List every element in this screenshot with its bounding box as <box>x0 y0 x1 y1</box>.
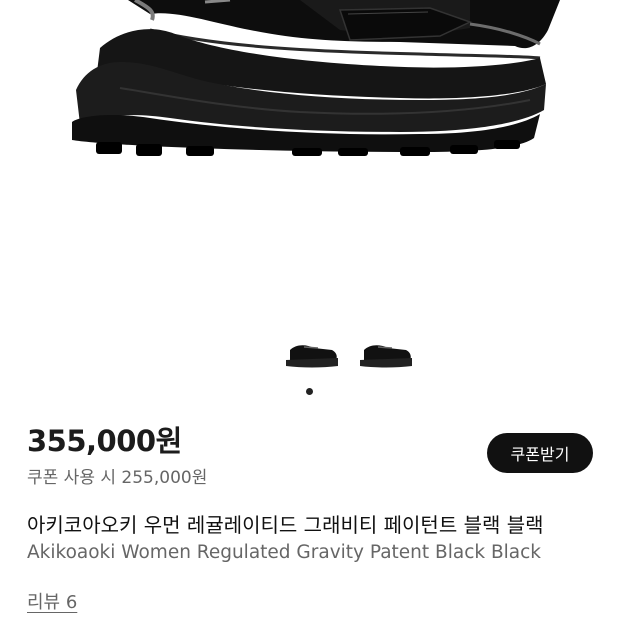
reviews-link[interactable]: 리뷰 6 <box>27 588 77 614</box>
product-title-english: Akikoaoki Women Regulated Gravity Patent… <box>27 542 542 563</box>
product-title-korean: 아키코아오키 우먼 레귤레이티드 그래비티 페이턴트 블랙 블랙 <box>27 513 544 537</box>
thumbnail-2[interactable] <box>356 336 418 372</box>
coupon-price: 쿠폰 사용 시 255,000원 <box>27 468 208 488</box>
thumbnail-strip <box>0 336 620 376</box>
loafer-image <box>72 0 560 156</box>
thumbnail-1[interactable] <box>282 336 344 372</box>
get-coupon-button[interactable]: 쿠폰받기 <box>487 433 593 473</box>
loafer-thumbnail-icon <box>360 345 412 368</box>
product-price: 355,000원 <box>27 424 182 458</box>
product-main-image[interactable] <box>0 0 620 330</box>
pagination-dot-active[interactable] <box>306 388 313 395</box>
gallery-pagination <box>306 388 314 396</box>
loafer-thumbnail-icon <box>286 345 338 368</box>
